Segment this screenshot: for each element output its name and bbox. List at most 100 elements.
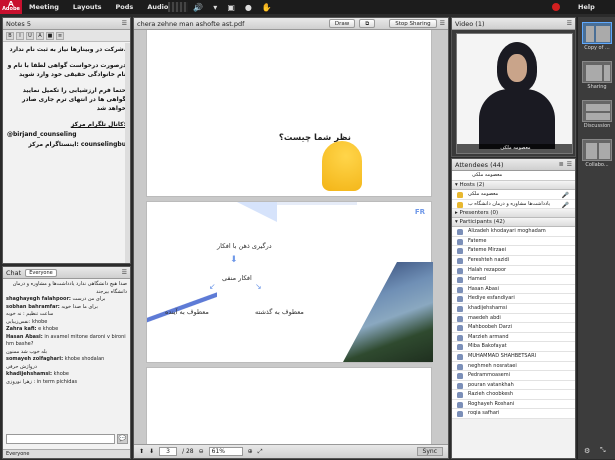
next-page-icon[interactable]: ⬇ (149, 448, 154, 455)
attendee-row[interactable]: MUHAMMAD SHAHBETSARI (452, 351, 575, 362)
record-icon[interactable] (552, 3, 560, 11)
hosts-group[interactable]: ▾ Hosts (2) (452, 181, 575, 190)
attendees-header: Attendees (44) ≣ ☰ (452, 159, 575, 171)
attendee-row[interactable]: Alizadeh khodayari moghadam (452, 227, 575, 237)
zoom-out-icon[interactable]: ⊖ (199, 448, 204, 455)
attendee-row[interactable]: Roghayeh Roshani (452, 399, 575, 410)
expand-icon[interactable]: ⤡ (600, 446, 606, 455)
attendee-row[interactable]: Miba Bakofayat (452, 342, 575, 352)
attendee-row[interactable]: Marzieh armand (452, 332, 575, 343)
notes-line: counselingbu :اینستاگرام مرکز (28, 141, 126, 148)
pod-menu-icon[interactable]: ☰ (567, 20, 572, 27)
notes-pod: Notes 5 ☰ B I U A ■ ≡ .شرکت در وبینارها … (2, 17, 131, 264)
attendee-name: Marzieh armand (468, 333, 509, 340)
attendee-row[interactable]: maedeh abdi (452, 313, 575, 324)
microphone-icon[interactable]: ▾ (213, 3, 217, 12)
attendee-row[interactable]: Mahboobeh Darzi (452, 323, 575, 333)
chat-message: صدا هیچ دانشگاهی ندارد یادداشت‌ها و مشاو… (12, 281, 127, 295)
underline-icon[interactable]: U (26, 31, 34, 40)
pod-menu-icon[interactable]: ☰ (440, 20, 445, 27)
pod-menu-icon[interactable]: ☰ (567, 161, 572, 168)
video-title: Video (455, 19, 474, 28)
thinking-emoji-image (322, 141, 362, 191)
attendee-row[interactable]: Pedrammoasemi (452, 371, 575, 381)
menu-layouts[interactable]: Layouts (66, 3, 109, 11)
raise-hand-icon[interactable]: ✋ (262, 3, 272, 12)
pod-menu-icon[interactable]: ☰ (122, 269, 127, 276)
menu-pods[interactable]: Pods (109, 3, 141, 11)
attendee-row[interactable]: Hamed (452, 275, 575, 285)
presenters-group[interactable]: ▸ Presenters (0) (452, 209, 575, 219)
participant-icon (457, 334, 463, 341)
zoom-select[interactable]: 61% (208, 447, 243, 456)
chat-input[interactable] (6, 434, 115, 444)
participant-icon (457, 392, 463, 399)
slide-decoration (277, 202, 357, 205)
draw-button[interactable]: Draw (328, 19, 356, 28)
page-number-input[interactable]: 3 (159, 447, 178, 456)
attendee-row[interactable]: khadijehshamsi (452, 303, 575, 314)
speaker-icon[interactable]: 🔊 (193, 3, 203, 12)
zoom-in-icon[interactable]: ⊕ (248, 448, 253, 455)
attendee-row[interactable]: roqia safhari (452, 409, 575, 420)
stop-sharing-button[interactable]: Stop Sharing (389, 19, 437, 28)
prev-page-icon[interactable]: ⬆ (139, 448, 144, 455)
webcam-icon[interactable]: ▣ (227, 3, 235, 12)
help-menu[interactable]: Help (578, 0, 595, 14)
attendee-row[interactable]: Hasan Abasi (452, 284, 575, 295)
bold-icon[interactable]: B (6, 31, 14, 40)
slide-logo: FR (414, 208, 425, 216)
layout-label: Collabo... (585, 162, 609, 168)
attendee-row[interactable]: Razieh choobkesh (452, 390, 575, 400)
fullscreen-icon[interactable]: ⧉ (359, 19, 376, 28)
attendee-name: Fereshteh nazidi (468, 256, 510, 263)
attendee-row[interactable]: معصومه ملکی 🎤 (452, 190, 575, 200)
adobe-logo: A Adobe (0, 0, 22, 14)
attendee-row[interactable]: Fereshteh nazidi (452, 255, 575, 266)
chat-message: sobhan bahramfar: برای ما صدا خوبه (6, 303, 98, 310)
italic-icon[interactable]: I (16, 31, 24, 40)
attendee-row[interactable]: Hediye esfandiyari (452, 294, 575, 304)
notes-body[interactable]: .شرکت در وبینارها نیاز به ثبت نام ندارد … (3, 42, 130, 159)
attendee-row[interactable]: Halah rezapoor (452, 265, 575, 276)
user-status-icon[interactable]: ● (245, 3, 252, 12)
chat-pod: Chat Everyone ☰ صدا هیچ دانشگاهی ندارد ی… (2, 266, 131, 459)
participant-icon (457, 286, 463, 293)
gear-icon[interactable]: ⚙ (584, 447, 590, 455)
chat-send-icon[interactable]: 💬 (117, 434, 128, 444)
attendee-row[interactable]: Fateme Mirzaei (452, 246, 575, 256)
list-icon[interactable]: ≡ (56, 31, 64, 40)
attendee-row[interactable]: Fateme (452, 236, 575, 247)
layout-sharing[interactable]: Sharing (582, 61, 612, 90)
layout-label: Sharing (587, 84, 607, 90)
participant-icon (457, 238, 463, 245)
pod-menu-icon[interactable]: ☰ (122, 20, 127, 27)
participants-group[interactable]: ▾ Participants (42) (452, 218, 575, 228)
layout-copy[interactable]: Copy of ... (582, 22, 612, 51)
menu-meeting[interactable]: Meeting (22, 3, 66, 11)
chat-scope-tab[interactable]: Everyone (25, 268, 57, 277)
layout-discussion[interactable]: Discussion (582, 100, 612, 129)
attendee-name: Hamed (468, 276, 486, 283)
color-icon[interactable]: ■ (46, 31, 54, 40)
list-view-icon[interactable]: ≣ (559, 161, 564, 168)
chat-recipient[interactable]: Everyone (3, 449, 130, 458)
attendee-row[interactable]: pouran vatankhah (452, 380, 575, 391)
attendees-title: Attendees (455, 160, 489, 169)
document-viewer[interactable]: نظر شما چیست؟ FR درگیری ذهن با افکار ⬇ ا… (134, 30, 448, 446)
notes-scrollbar[interactable] (125, 43, 130, 263)
font-size-icon[interactable]: A (36, 31, 44, 40)
webcam-feed[interactable]: معصومه ملکی (456, 33, 573, 154)
participant-icon (457, 325, 463, 332)
attendee-row[interactable]: neghmeh nosrataei (452, 361, 575, 372)
microphone-icon: 🎤 (561, 192, 569, 199)
attendee-name: Halah rezapoor (468, 266, 507, 273)
fit-icon[interactable]: ⤢ (258, 448, 263, 456)
layout-collaboration[interactable]: Collabo... (582, 139, 612, 168)
attendee-name: neghmeh nosrataei (468, 362, 517, 369)
document-title: chera zehne man ashofte ast.pdf (137, 19, 245, 28)
attendee-row[interactable]: یادداشت‌ها مشاوره و درمان دانشگاه ب 🎤 (452, 199, 575, 210)
attendee-name: khadijehshamsi (468, 304, 508, 311)
participant-icon (457, 248, 463, 255)
sync-button[interactable]: Sync (416, 447, 443, 456)
